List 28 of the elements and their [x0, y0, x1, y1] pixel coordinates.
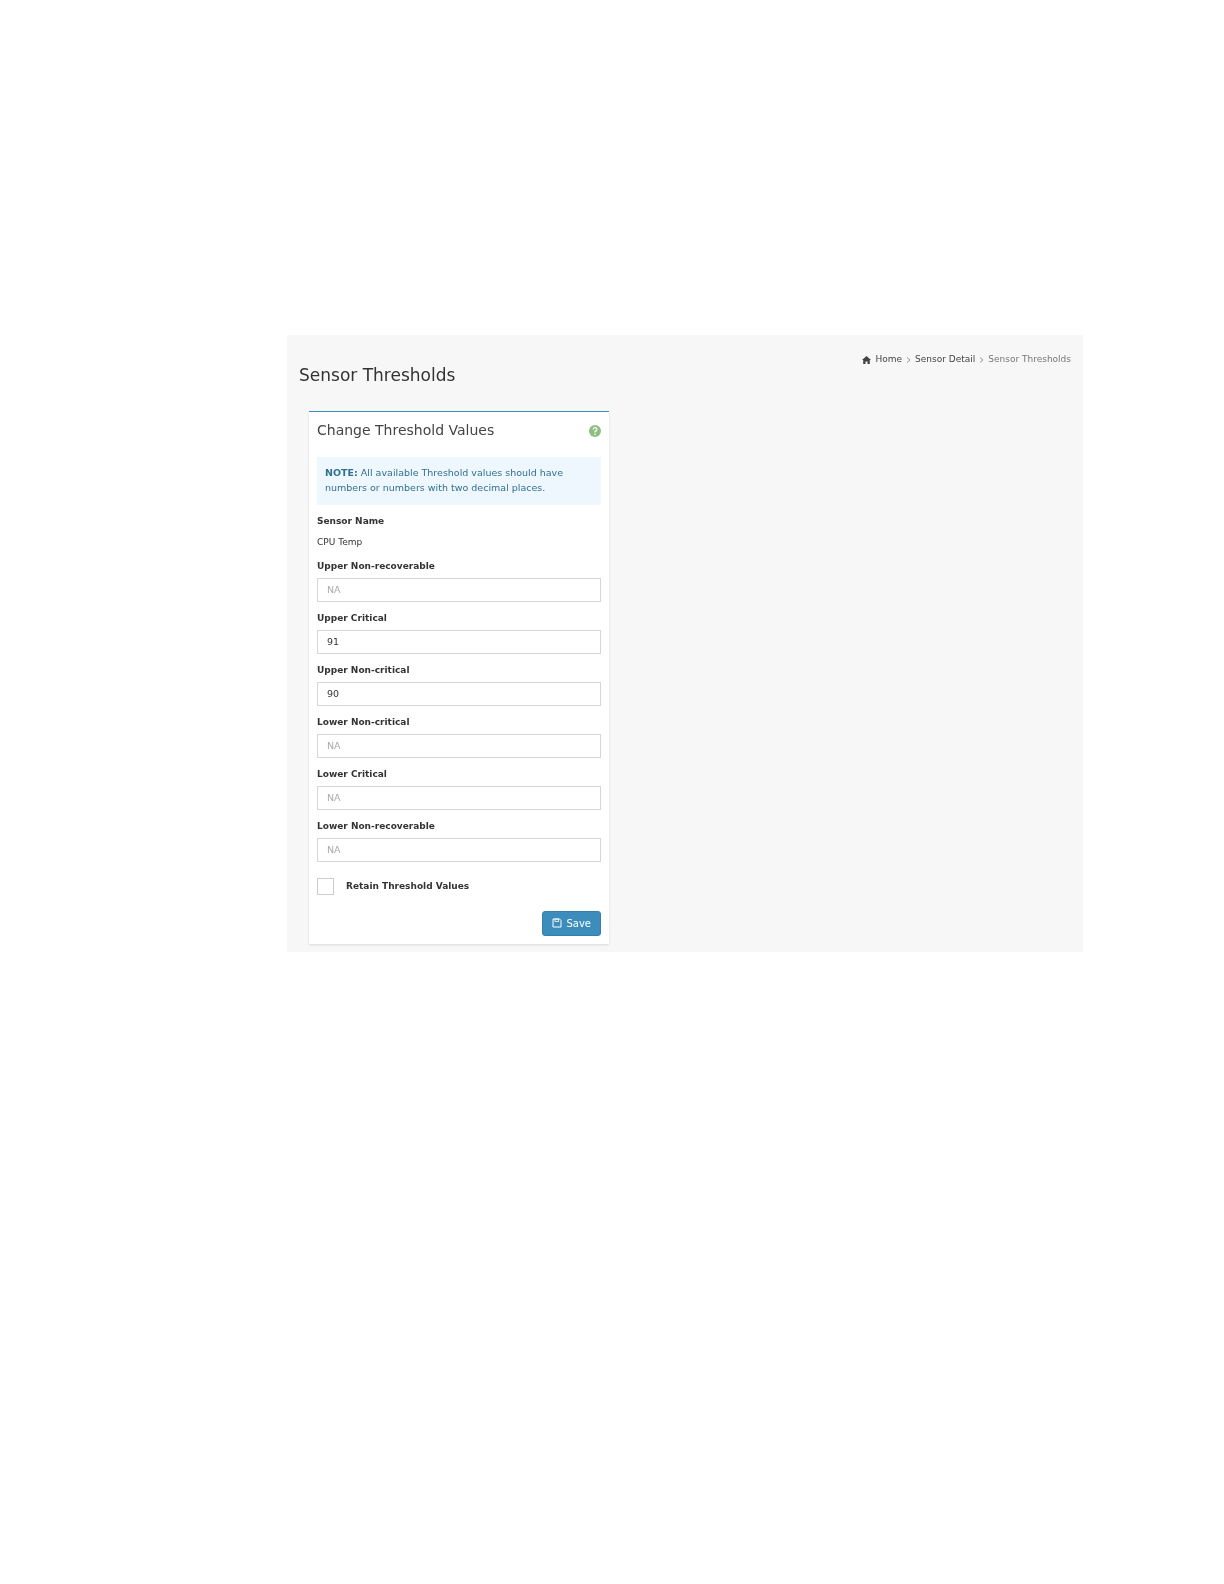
input-field[interactable]: NA [317, 785, 601, 810]
sensor-name-value: CPU Temp [317, 536, 364, 550]
checkbox[interactable] [317, 877, 334, 895]
field-label: Lower Critical [317, 767, 388, 781]
save-button[interactable]: Save [542, 910, 601, 936]
home-icon [862, 355, 872, 364]
input-field[interactable]: NA [317, 577, 601, 602]
field-label: Upper Critical [317, 611, 388, 625]
breadcrumb-current: Sensor Thresholds [988, 353, 1071, 366]
card-title: Change Threshold Values [317, 421, 495, 441]
breadcrumb-link[interactable]: Sensor Detail [915, 353, 976, 367]
field-label: Sensor Name [317, 514, 386, 528]
field-label: Upper Non-critical [317, 663, 411, 677]
note-text: NOTE: All available Threshold values should have numbers or numbers with two decimal places. [317, 457, 601, 505]
field-label: Upper Non-recoverable [317, 559, 436, 573]
field-label: Lower Non-critical [317, 715, 411, 729]
chevron-icon [979, 356, 985, 363]
chevron-icon [906, 356, 911, 363]
save-icon [552, 918, 563, 929]
input-field[interactable]: NA [317, 733, 601, 758]
home-link[interactable]: Home [862, 353, 902, 367]
help-icon[interactable] [589, 424, 601, 437]
page-title: Sensor Thresholds [299, 364, 456, 386]
input-field[interactable]: NA [317, 837, 601, 862]
input-field[interactable]: 90 [317, 681, 601, 706]
checkbox-label: Retain Threshold Values [346, 879, 470, 893]
field-label: Lower Non-recoverable [317, 819, 436, 833]
input-field[interactable]: 91 [317, 629, 601, 654]
